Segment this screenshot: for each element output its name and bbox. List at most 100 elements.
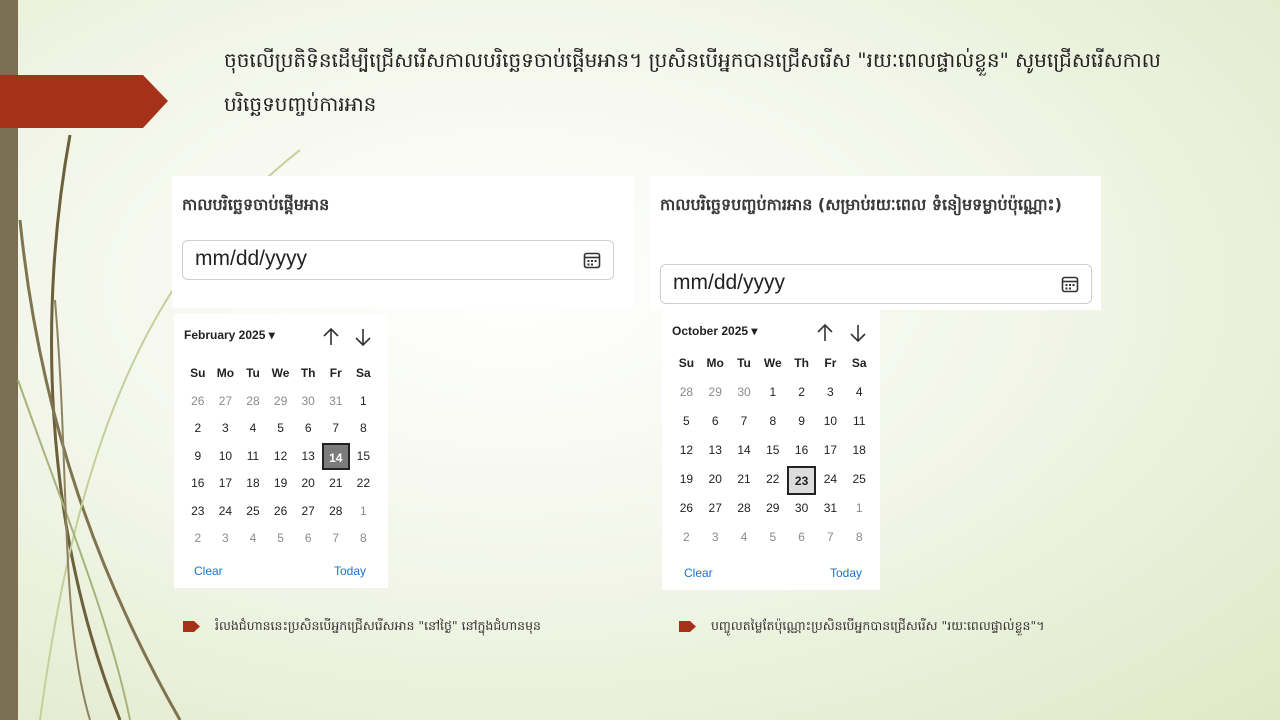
weekday-header: Tu [737,356,751,370]
calendar-day[interactable]: 28 [730,495,759,524]
calendar-day[interactable]: 26 [672,495,701,524]
calendar-day-selected[interactable]: 14 [321,442,350,470]
calendar-day[interactable]: 2 [184,525,212,553]
calendar-day[interactable]: 1 [350,388,378,416]
calendar-day[interactable]: 11 [239,443,267,471]
calendar-day[interactable]: 12 [267,443,295,471]
calendar-day[interactable]: 1 [350,498,378,526]
calendar-day[interactable]: 2 [672,524,701,553]
calendar-day[interactable]: 24 [816,466,845,495]
calendar-day[interactable]: 27 [294,498,322,526]
calendar-day[interactable]: 20 [701,466,730,495]
calendar-day[interactable]: 19 [672,466,701,495]
calendar-day[interactable]: 26 [267,498,295,526]
calendar-day[interactable]: 4 [845,379,874,408]
calendar-day[interactable]: 27 [701,495,730,524]
calendar-day[interactable]: 13 [294,443,322,471]
calendar-day[interactable]: 30 [787,495,816,524]
calendar-day[interactable]: 8 [845,524,874,553]
calendar-day[interactable]: 25 [239,498,267,526]
calendar-day[interactable]: 16 [787,437,816,466]
end-date-input[interactable]: mm/dd/yyyy [660,264,1092,304]
calendar-day[interactable]: 3 [212,525,240,553]
calendar-day[interactable]: 30 [730,379,759,408]
prev-month-arrow-icon[interactable] [320,326,342,348]
calendar-day[interactable]: 25 [845,466,874,495]
calendar-day[interactable]: 8 [350,415,378,443]
calendar-day[interactable]: 16 [184,470,212,498]
calendar-day[interactable]: 18 [239,470,267,498]
calendar-day[interactable]: 9 [787,408,816,437]
start-date-input[interactable]: mm/dd/yyyy [182,240,614,280]
calendar-day[interactable]: 21 [322,470,350,498]
calendar-day[interactable]: 17 [212,470,240,498]
next-month-arrow-icon[interactable] [847,322,869,344]
calendar-day[interactable]: 21 [730,466,759,495]
calendar-day[interactable]: 11 [845,408,874,437]
calendar-icon[interactable] [1061,275,1079,293]
calendar-day[interactable]: 8 [350,525,378,553]
calendar-day[interactable]: 6 [787,524,816,553]
calendar-day[interactable]: 19 [267,470,295,498]
calendar-day[interactable]: 31 [816,495,845,524]
calendar-day[interactable]: 10 [816,408,845,437]
calendar-day[interactable]: 4 [730,524,759,553]
start-today-link[interactable]: Today [334,564,366,578]
prev-month-arrow-icon[interactable] [814,322,836,344]
end-today-link[interactable]: Today [830,566,862,580]
calendar-day[interactable]: 31 [322,388,350,416]
calendar-day[interactable]: 13 [701,437,730,466]
calendar-day[interactable]: 15 [758,437,787,466]
calendar-day[interactable]: 24 [212,498,240,526]
calendar-day[interactable]: 22 [758,466,787,495]
calendar-day[interactable]: 23 [184,498,212,526]
calendar-day[interactable]: 6 [294,525,322,553]
end-clear-link[interactable]: Clear [684,566,713,580]
end-month-selector[interactable]: October 2025 ▾ [672,324,757,338]
calendar-day[interactable]: 14 [730,437,759,466]
calendar-day[interactable]: 29 [267,388,295,416]
calendar-day[interactable]: 15 [350,443,378,471]
calendar-day[interactable]: 20 [294,470,322,498]
calendar-day[interactable]: 29 [758,495,787,524]
start-date-value: mm/dd/yyyy [195,247,308,270]
calendar-day[interactable]: 5 [758,524,787,553]
calendar-day[interactable]: 28 [322,498,350,526]
calendar-day[interactable]: 18 [845,437,874,466]
calendar-day[interactable]: 26 [184,388,212,416]
calendar-day[interactable]: 2 [184,415,212,443]
calendar-day[interactable]: 29 [701,379,730,408]
calendar-day[interactable]: 3 [212,415,240,443]
calendar-day[interactable]: 1 [758,379,787,408]
calendar-day[interactable]: 5 [672,408,701,437]
next-month-arrow-icon[interactable] [352,326,374,348]
calendar-day[interactable]: 7 [322,525,350,553]
calendar-day[interactable]: 7 [816,524,845,553]
calendar-day-selected[interactable]: 23 [787,466,816,495]
calendar-day[interactable]: 8 [758,408,787,437]
calendar-day[interactable]: 28 [239,388,267,416]
calendar-day[interactable]: 4 [239,415,267,443]
calendar-day[interactable]: 5 [267,415,295,443]
calendar-day[interactable]: 17 [816,437,845,466]
calendar-day[interactable]: 2 [787,379,816,408]
calendar-day[interactable]: 27 [212,388,240,416]
calendar-day[interactable]: 7 [730,408,759,437]
calendar-icon[interactable] [583,251,601,269]
calendar-day[interactable]: 12 [672,437,701,466]
calendar-day[interactable]: 28 [672,379,701,408]
calendar-day[interactable]: 7 [322,415,350,443]
calendar-day[interactable]: 4 [239,525,267,553]
calendar-day[interactable]: 30 [294,388,322,416]
calendar-day[interactable]: 3 [701,524,730,553]
calendar-day[interactable]: 10 [212,443,240,471]
calendar-day[interactable]: 9 [184,443,212,471]
start-month-selector[interactable]: February 2025 ▾ [184,328,275,342]
calendar-day[interactable]: 5 [267,525,295,553]
calendar-day[interactable]: 1 [845,495,874,524]
calendar-day[interactable]: 6 [294,415,322,443]
start-clear-link[interactable]: Clear [194,564,223,578]
calendar-day[interactable]: 6 [701,408,730,437]
calendar-day[interactable]: 22 [350,470,378,498]
calendar-day[interactable]: 3 [816,379,845,408]
